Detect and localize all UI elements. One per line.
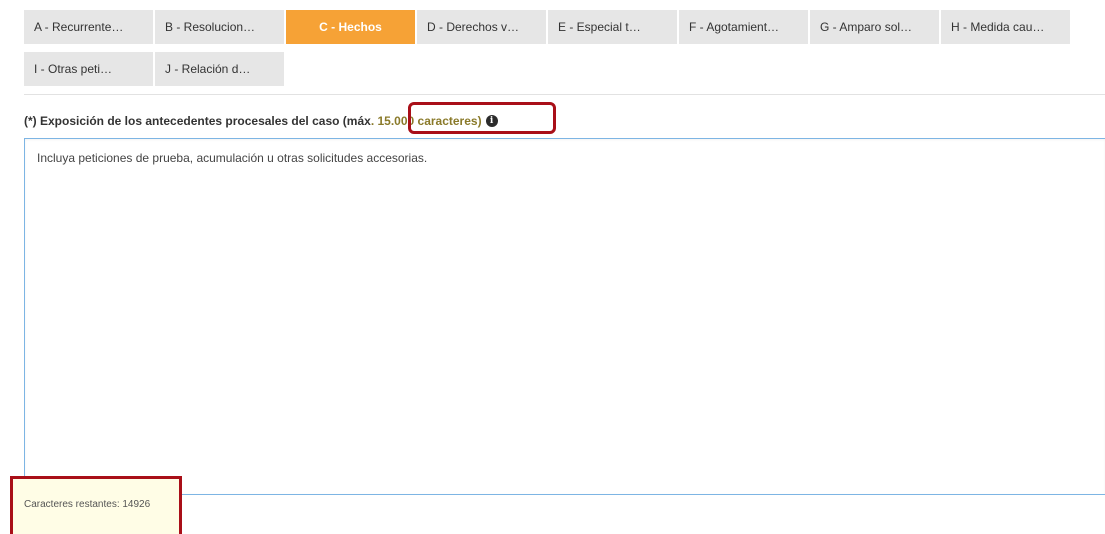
tab-divider (24, 94, 1105, 95)
tab-medida-cautelar[interactable]: H - Medida cau… (941, 10, 1070, 44)
tab-hechos[interactable]: C - Hechos (286, 10, 415, 44)
highlight-max-characters (408, 102, 556, 134)
tab-derechos[interactable]: D - Derechos v… (417, 10, 546, 44)
tab-agotamiento[interactable]: F - Agotamient… (679, 10, 808, 44)
remaining-characters-counter: Caracteres restantes: 14926 (24, 499, 151, 510)
tab-bar: A - Recurrente… B - Resolucion… C - Hech… (24, 10, 1105, 86)
tab-otras-peticiones[interactable]: I - Otras peti… (24, 52, 153, 86)
tab-row-1: A - Recurrente… B - Resolucion… C - Hech… (24, 10, 1105, 44)
tab-row-2: I - Otras peti… J - Relación d… (24, 52, 1105, 86)
tab-amparo[interactable]: G - Amparo sol… (810, 10, 939, 44)
field-label-text: (*) Exposición de los antecedentes proce… (24, 114, 371, 128)
tab-especial[interactable]: E - Especial t… (548, 10, 677, 44)
tab-resolucion[interactable]: B - Resolucion… (155, 10, 284, 44)
antecedentes-textarea[interactable]: Incluya peticiones de prueba, acumulació… (24, 138, 1105, 495)
tab-relacion[interactable]: J - Relación d… (155, 52, 284, 86)
textarea-value: Incluya peticiones de prueba, acumulació… (37, 151, 428, 165)
tab-recurrente[interactable]: A - Recurrente… (24, 10, 153, 44)
